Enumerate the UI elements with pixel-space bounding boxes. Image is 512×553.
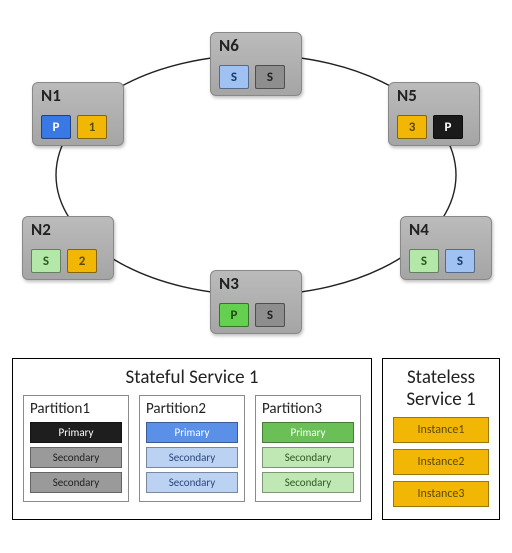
instance-row: Instance2 <box>393 449 489 475</box>
partitions: Partition1 Primary Secondary Secondary P… <box>23 395 361 502</box>
instance-row: Instance3 <box>393 481 489 507</box>
replica-cell: S <box>255 65 285 89</box>
node-n1: N1 P1 <box>32 82 124 146</box>
replica-cell: 2 <box>67 249 97 273</box>
replica-cell: S <box>31 249 61 273</box>
secondary-row: Secondary <box>262 472 354 493</box>
legend-row: Stateful Service 1 Partition1 Primary Se… <box>12 358 500 520</box>
replica-cell: 3 <box>397 115 427 139</box>
secondary-row: Secondary <box>30 472 122 493</box>
node-cells: P1 <box>41 115 107 139</box>
node-label: N6 <box>219 35 239 56</box>
node-n5: N5 3P <box>388 82 480 146</box>
panel-title: Stateless Service 1 <box>393 367 489 411</box>
node-label: N3 <box>219 273 239 294</box>
node-n2: N2 S2 <box>22 216 114 280</box>
partition-2: Partition2 Primary Secondary Secondary <box>139 395 245 502</box>
node-cells: S2 <box>31 249 97 273</box>
panel-title: Stateful Service 1 <box>23 367 361 389</box>
replica-cell: P <box>433 115 463 139</box>
node-cells: PS <box>219 303 285 327</box>
primary-row: Primary <box>146 422 238 443</box>
replica-cell: 1 <box>77 115 107 139</box>
node-label: N4 <box>409 219 429 240</box>
partition-3: Partition3 Primary Secondary Secondary <box>255 395 361 502</box>
node-cells: SS <box>219 65 285 89</box>
partition-label: Partition3 <box>262 400 354 418</box>
replica-cell: S <box>445 249 475 273</box>
secondary-row: Secondary <box>146 447 238 468</box>
secondary-row: Secondary <box>262 447 354 468</box>
primary-row: Primary <box>262 422 354 443</box>
node-cells: 3P <box>397 115 463 139</box>
stateful-panel: Stateful Service 1 Partition1 Primary Se… <box>12 358 372 520</box>
instance-row: Instance1 <box>393 417 489 443</box>
node-n3: N3 PS <box>210 270 302 334</box>
partition-label: Partition1 <box>30 400 122 418</box>
primary-row: Primary <box>30 422 122 443</box>
node-n6: N6 SS <box>210 32 302 96</box>
node-label: N1 <box>41 85 61 106</box>
replica-cell: P <box>41 115 71 139</box>
replica-cell: S <box>255 303 285 327</box>
node-label: N5 <box>397 85 417 106</box>
secondary-row: Secondary <box>146 472 238 493</box>
replica-cell: S <box>219 65 249 89</box>
partition-label: Partition2 <box>146 400 238 418</box>
replica-cell: P <box>219 303 249 327</box>
stateless-panel: Stateless Service 1 Instance1 Instance2 … <box>382 358 500 520</box>
node-cells: SS <box>409 249 475 273</box>
partition-1: Partition1 Primary Secondary Secondary <box>23 395 129 502</box>
node-label: N2 <box>31 219 51 240</box>
node-n4: N4 SS <box>400 216 492 280</box>
replica-cell: S <box>409 249 439 273</box>
secondary-row: Secondary <box>30 447 122 468</box>
